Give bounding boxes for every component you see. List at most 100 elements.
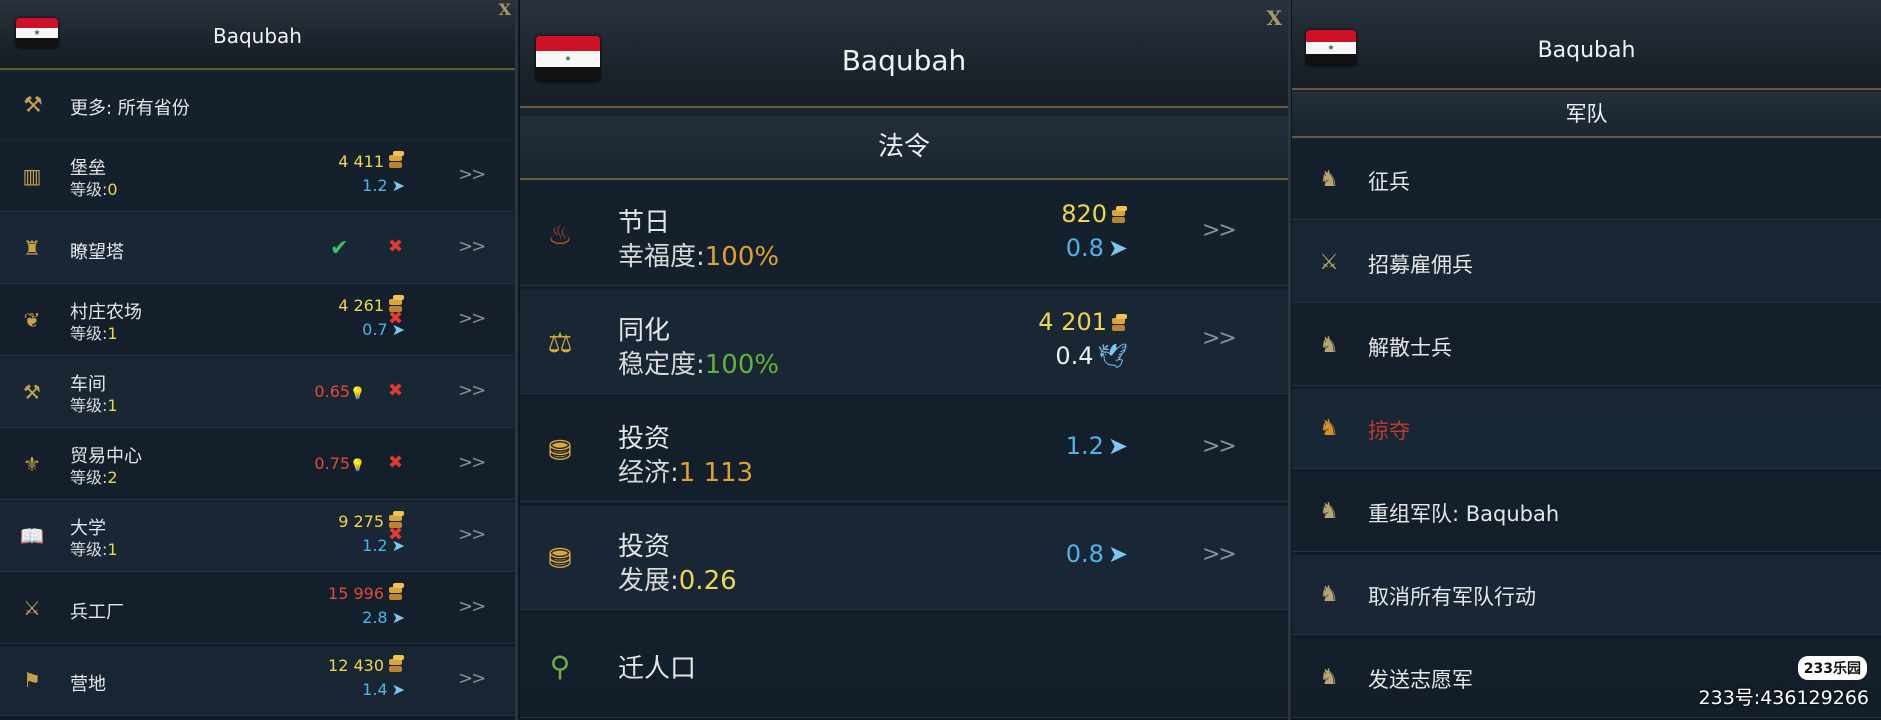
building-row[interactable]: ♜ 瞭望塔 ✔ ✖ >>: [0, 214, 515, 284]
panel-title: Baqubah: [1537, 38, 1636, 63]
demolish-x-icon[interactable]: ✖: [388, 380, 403, 401]
gold-icon: [387, 583, 405, 601]
reorganize-icon: ♞: [1319, 498, 1339, 524]
castle-icon: ▥: [22, 164, 42, 188]
decree-rate: 0.4 🕊: [1055, 342, 1128, 370]
province-panel-army: ★ Baqubah 军队 ♞ 征兵 ⚔ 招募雇佣兵 ♞ 解散士兵 ♞ 掠夺 ♞ …: [1292, 0, 1881, 720]
province-panel-buildings: ★ Baqubah X ⚒ 更多: 所有省份 ▥ 堡垒 等级:0 4 411 1…: [0, 0, 518, 720]
army-action-label: 重组军队: Baqubah: [1368, 502, 1560, 526]
building-name: 瞭望塔: [70, 242, 124, 263]
building-cost: 0.65💡: [314, 382, 365, 401]
dove-icon: 🕊: [1097, 342, 1128, 370]
expand-arrows-button[interactable]: >>: [458, 596, 486, 617]
idea-icon: 💡: [350, 386, 365, 400]
arrow-icon: ➤: [1107, 432, 1128, 460]
building-row[interactable]: ⚑ 营地 12 430 1.4 ➤ >>: [0, 646, 515, 716]
building-row[interactable]: 📖 大学 等级:1 9 275 1.2 ➤ ✖ >>: [0, 502, 515, 572]
building-level: 等级:0: [70, 180, 118, 199]
army-action-row[interactable]: ♞ 征兵: [1292, 140, 1881, 220]
build-check-icon[interactable]: ✔: [330, 236, 348, 261]
gold-icon: [387, 151, 405, 169]
cancel-actions-icon: ♞: [1319, 581, 1339, 607]
decree-row[interactable]: ⚲ 迁人口: [520, 614, 1288, 718]
expand-arrows-button[interactable]: >>: [458, 524, 486, 545]
decree-row[interactable]: ♨ 节日 幸福度:100% 820 0.8 ➤ >>: [520, 182, 1288, 286]
expand-arrows-button[interactable]: >>: [1202, 218, 1237, 243]
expand-arrows-button[interactable]: >>: [458, 380, 486, 401]
building-row[interactable]: ❦ 村庄农场 等级:1 4 261 0.7 ➤ ✖ >>: [0, 286, 515, 356]
decree-stat: 发展:0.26: [618, 566, 737, 596]
building-row[interactable]: ▥ 堡垒 等级:0 4 411 1.2 ➤ >>: [0, 142, 515, 212]
building-cost: 12 430: [328, 655, 405, 675]
army-action-row[interactable]: ♞ 重组军队: Baqubah: [1292, 472, 1881, 552]
watermark-logo: 233乐园: [1797, 656, 1867, 680]
decree-name: 投资: [618, 424, 671, 454]
panel-header: ★ Baqubah X: [0, 0, 515, 70]
watchtower-icon: ♜: [23, 236, 41, 260]
building-row[interactable]: ⚔ 兵工厂 15 996 2.8 ➤ >>: [0, 574, 515, 644]
demolish-x-icon[interactable]: ✖: [388, 524, 403, 545]
section-title-army: 军队: [1292, 92, 1881, 138]
close-button[interactable]: X: [1266, 6, 1282, 30]
building-level: 等级:1: [70, 324, 118, 343]
army-action-label: 发送志愿军: [1368, 668, 1473, 692]
decree-row[interactable]: ⛃ 投资 发展:0.26 0.8 ➤ >>: [520, 506, 1288, 610]
close-button[interactable]: X: [499, 0, 511, 19]
migrate-icon: ⚲: [549, 649, 571, 683]
decree-cost: 820: [1061, 200, 1128, 228]
demolish-x-icon[interactable]: ✖: [388, 308, 403, 329]
arrow-icon: ➤: [391, 680, 405, 699]
panel-header: ★ Baqubah X: [520, 0, 1288, 108]
army-action-label: 取消所有军队行动: [1368, 585, 1536, 609]
decree-stat: 经济:1 113: [618, 458, 754, 488]
expand-arrows-button[interactable]: >>: [458, 308, 486, 329]
arsenal-icon: ⚔: [23, 596, 41, 620]
decree-rate: 0.8 ➤: [1065, 540, 1128, 568]
decree-row[interactable]: ⚖ 同化 稳定度:100% 4 201 0.4 🕊 >>: [520, 290, 1288, 394]
expand-arrows-button[interactable]: >>: [1202, 542, 1237, 567]
expand-arrows-button[interactable]: >>: [1202, 434, 1237, 459]
watermark-text: 233号:436129266: [1698, 687, 1869, 709]
army-action-row[interactable]: ♞ 解散士兵: [1292, 306, 1881, 386]
building-rate: 1.2 ➤: [362, 176, 405, 195]
university-icon: 📖: [19, 524, 45, 548]
decree-rate: 0.8 ➤: [1065, 234, 1128, 262]
army-action-label: 招募雇佣兵: [1368, 253, 1473, 277]
decree-cost: 4 201: [1038, 308, 1128, 336]
gold-icon: [1110, 206, 1128, 224]
decree-row[interactable]: ⛃ 投资 经济:1 113 1.2 ➤ >>: [520, 398, 1288, 502]
expand-arrows-button[interactable]: >>: [458, 164, 486, 185]
demolish-x-icon[interactable]: ✖: [388, 236, 403, 257]
panel-title: Baqubah: [841, 44, 967, 77]
invest-development-icon: ⛃: [548, 541, 572, 575]
trade-center-icon: ⚜: [23, 452, 41, 476]
more-provinces-link[interactable]: ⚒ 更多: 所有省份: [0, 72, 515, 138]
demolish-x-icon[interactable]: ✖: [388, 452, 403, 473]
camp-icon: ⚑: [23, 668, 41, 692]
expand-arrows-button[interactable]: >>: [458, 668, 486, 689]
building-cost: 4 411: [338, 151, 405, 171]
building-level: 等级:1: [70, 396, 118, 415]
building-rate: 1.4 ➤: [362, 680, 405, 699]
army-action-row[interactable]: ♞ 掠夺: [1292, 389, 1881, 469]
panel-header: ★ Baqubah: [1292, 0, 1881, 90]
building-name: 兵工厂: [70, 602, 124, 623]
expand-arrows-button[interactable]: >>: [1202, 326, 1237, 351]
disband-icon: ♞: [1319, 332, 1339, 358]
building-row[interactable]: ⚜ 贸易中心 等级:2 0.75💡 ✖ >>: [0, 430, 515, 500]
army-action-label: 解散士兵: [1368, 336, 1452, 360]
decree-name: 投资: [618, 532, 671, 562]
decree-name: 迁人口: [618, 654, 697, 684]
army-action-row[interactable]: ⚔ 招募雇佣兵: [1292, 223, 1881, 303]
decree-rate: 1.2 ➤: [1065, 432, 1128, 460]
farm-icon: ❦: [23, 308, 41, 332]
building-row[interactable]: ⚒ 车间 等级:1 0.65💡 ✖ >>: [0, 358, 515, 428]
volunteer-icon: ♞: [1319, 664, 1339, 690]
expand-arrows-button[interactable]: >>: [458, 236, 486, 257]
expand-arrows-button[interactable]: >>: [458, 452, 486, 473]
arrow-icon: ➤: [391, 176, 405, 195]
invest-economy-icon: ⛃: [548, 433, 572, 467]
assimilation-icon: ⚖: [547, 325, 573, 359]
recruit-icon: ♞: [1319, 166, 1339, 192]
army-action-row[interactable]: ♞ 取消所有军队行动: [1292, 555, 1881, 635]
